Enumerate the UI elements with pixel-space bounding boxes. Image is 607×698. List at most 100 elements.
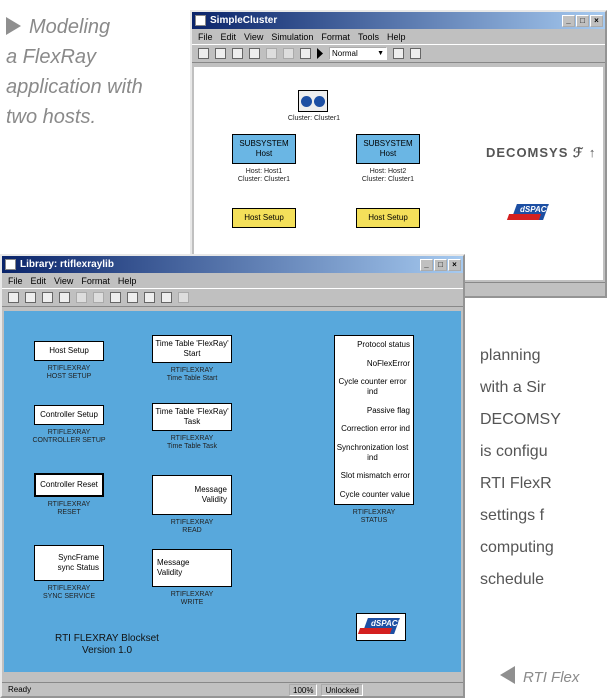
- minimize-button[interactable]: _: [420, 258, 433, 271]
- host2-setup[interactable]: Host Setup: [356, 208, 420, 228]
- write-block[interactable]: Message Validity: [152, 549, 232, 587]
- sync-port-1: SyncFrame: [58, 553, 99, 562]
- undo-icon[interactable]: [76, 292, 87, 303]
- dspace-logo: dSPACE: [356, 613, 406, 641]
- sync-service-label: RTIFLEXRAY SYNC SERVICE: [43, 585, 95, 600]
- status-block[interactable]: Protocol status NoFlexError Cycle counte…: [334, 335, 414, 505]
- decomsys-logo: DECOMSYS ℱ ↑: [486, 145, 597, 160]
- status-port: Protocol status: [357, 340, 410, 350]
- host2-subsystem[interactable]: SUBSYSTEM Host: [356, 134, 420, 164]
- menu-file[interactable]: File: [198, 32, 213, 42]
- zoom-status: 100%: [289, 683, 318, 696]
- menu-file[interactable]: File: [8, 276, 23, 286]
- timetable-task-block[interactable]: Time Table 'FlexRay' Task: [152, 403, 232, 431]
- grid-icon[interactable]: [393, 48, 404, 59]
- mode-select[interactable]: Normal ▼: [329, 47, 387, 60]
- menu-edit[interactable]: Edit: [31, 276, 47, 286]
- host-setup-block[interactable]: Host Setup: [34, 341, 104, 361]
- timetable-start-label: RTIFLEXRAY Time Table Start: [166, 367, 218, 382]
- menu-format[interactable]: Format: [321, 32, 350, 42]
- new-icon[interactable]: [198, 48, 209, 59]
- menu-view[interactable]: View: [244, 32, 263, 42]
- maximize-button[interactable]: □: [576, 14, 589, 27]
- write-label: RTIFLEXRAY WRITE: [170, 591, 214, 606]
- mode-value: Normal: [332, 49, 358, 58]
- library-icon[interactable]: [300, 48, 311, 59]
- save-icon[interactable]: [232, 48, 243, 59]
- title-bar[interactable]: SimpleCluster _ □ ×: [192, 12, 605, 29]
- library-canvas[interactable]: Host Setup RTIFLEXRAY HOST SETUP Controll…: [4, 311, 461, 672]
- triangle-left-icon: [500, 666, 515, 684]
- body-line: DECOMSY: [480, 411, 561, 428]
- menu-format[interactable]: Format: [81, 276, 110, 286]
- menu-help[interactable]: Help: [387, 32, 406, 42]
- host1-meta: Host: Host1 Cluster: Cluster1: [237, 168, 291, 183]
- menu-tools[interactable]: Tools: [358, 32, 379, 42]
- play-icon[interactable]: [317, 48, 323, 59]
- help-icon[interactable]: [178, 292, 189, 303]
- host1-setup[interactable]: Host Setup: [232, 208, 296, 228]
- power-icon[interactable]: [410, 48, 421, 59]
- write-port-message: Message: [157, 558, 190, 567]
- save-icon[interactable]: [42, 292, 53, 303]
- open-icon[interactable]: [215, 48, 226, 59]
- decomsys-mark-icon: ℱ ↑: [573, 145, 597, 160]
- caption-line-3: application with: [6, 76, 143, 98]
- minimize-button[interactable]: _: [562, 14, 575, 27]
- body-line: schedule: [480, 571, 545, 588]
- menu-help[interactable]: Help: [118, 276, 137, 286]
- caption-line-2: a FlexRay: [6, 46, 97, 68]
- simulink-icon: [5, 259, 16, 270]
- triangle-icon: [6, 17, 21, 35]
- read-label: RTIFLEXRAY READ: [170, 519, 214, 534]
- model-canvas[interactable]: Cluster: Cluster1 SUBSYSTEM Host Host: H…: [194, 67, 603, 280]
- read-block[interactable]: Message Validity: [152, 475, 232, 515]
- chevron-down-icon: ▼: [377, 50, 384, 57]
- grid-icon[interactable]: [127, 292, 138, 303]
- body-line: computing: [480, 539, 554, 556]
- controller-setup-block[interactable]: Controller Setup: [34, 405, 104, 425]
- simulink-icon: [195, 15, 206, 26]
- redo-icon[interactable]: [283, 48, 294, 59]
- status-port: NoFlexError: [366, 358, 410, 368]
- dspace-logo: dSPACE: [506, 200, 552, 228]
- caption-bottom-text: RTI Flex: [523, 669, 580, 686]
- maximize-button[interactable]: □: [434, 258, 447, 271]
- controller-setup-label: RTIFLEXRAY CONTROLLER SETUP: [32, 429, 106, 444]
- open-icon[interactable]: [25, 292, 36, 303]
- sync-port-2: sync Status: [57, 563, 99, 572]
- timetable-task-label: RTIFLEXRAY Time Table Task: [166, 435, 218, 450]
- refresh-icon[interactable]: [144, 292, 155, 303]
- menu-simulation[interactable]: Simulation: [271, 32, 313, 42]
- timetable-start-block[interactable]: Time Table 'FlexRay' Start: [152, 335, 232, 363]
- sync-service-block[interactable]: SyncFrame sync Status: [34, 545, 104, 581]
- toolbar: [2, 288, 463, 307]
- window-title: Library: rtiflexraylib: [20, 259, 114, 270]
- status-port: Correction error ind: [341, 424, 410, 434]
- print-icon[interactable]: [249, 48, 260, 59]
- caption-bottom: RTI Flex: [500, 666, 579, 690]
- node-icon: [314, 95, 325, 107]
- menu-edit[interactable]: Edit: [221, 32, 237, 42]
- read-port-message: Message: [194, 485, 227, 494]
- redo-icon[interactable]: [93, 292, 104, 303]
- print-icon[interactable]: [59, 292, 70, 303]
- menu-view[interactable]: View: [54, 276, 73, 286]
- zoom-icon[interactable]: [161, 292, 172, 303]
- status-port: Slot mismatch error: [340, 471, 410, 481]
- undo-icon[interactable]: [266, 48, 277, 59]
- new-icon[interactable]: [8, 292, 19, 303]
- title-bar[interactable]: Library: rtiflexraylib _ □ ×: [2, 256, 463, 273]
- menu-bar: File Edit View Format Help: [2, 273, 463, 288]
- controller-reset-block[interactable]: Controller Reset: [34, 473, 104, 497]
- ready-status: Ready: [8, 684, 32, 694]
- close-button[interactable]: ×: [590, 14, 603, 27]
- cluster-block[interactable]: [298, 90, 328, 112]
- menu-bar: File Edit View Simulation Format Tools H…: [192, 29, 605, 44]
- host1-subsystem[interactable]: SUBSYSTEM Host: [232, 134, 296, 164]
- body-line: RTI FlexR: [480, 475, 552, 492]
- host-setup-label: RTIFLEXRAY HOST SETUP: [46, 365, 92, 380]
- close-button[interactable]: ×: [448, 258, 461, 271]
- library-window[interactable]: Library: rtiflexraylib _ □ × File Edit Vie…: [0, 254, 465, 698]
- library-icon[interactable]: [110, 292, 121, 303]
